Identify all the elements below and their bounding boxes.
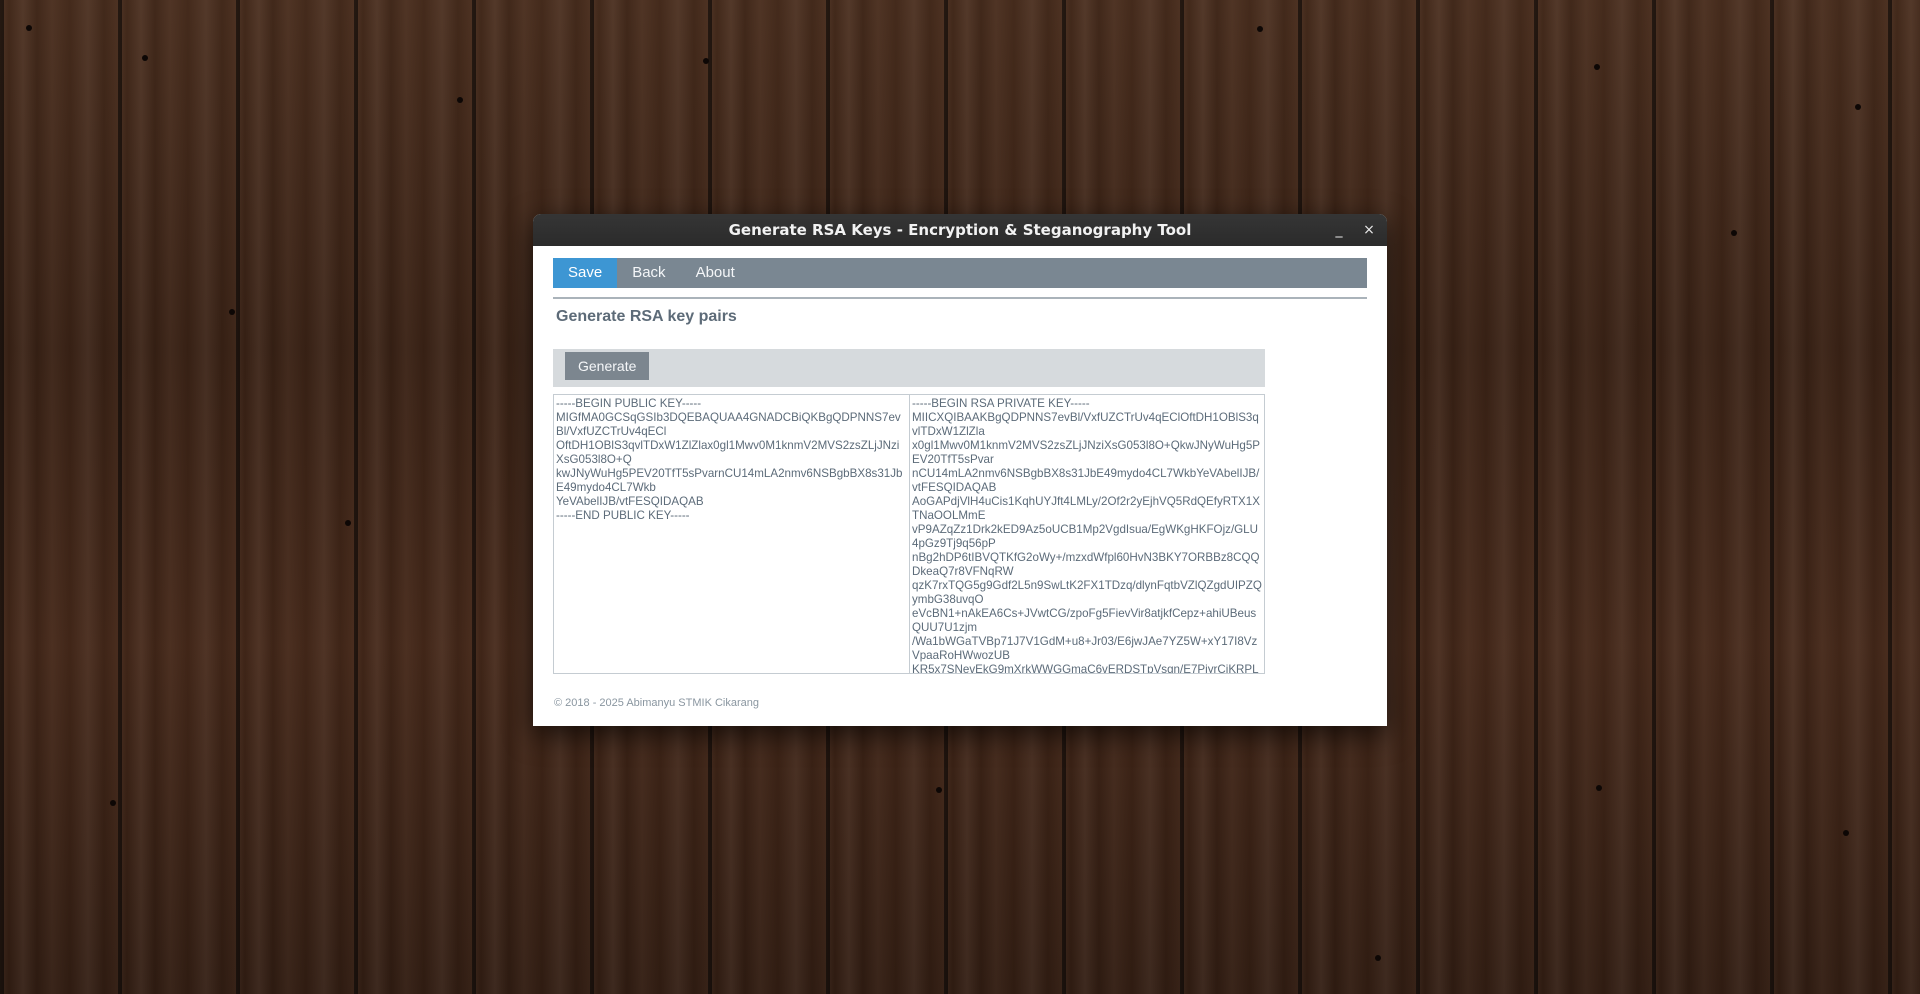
nail-decoration: [936, 787, 942, 793]
menu-item-about[interactable]: About: [681, 258, 750, 288]
generate-button[interactable]: Generate: [565, 352, 650, 380]
divider: [553, 297, 1367, 299]
nail-decoration: [142, 55, 148, 61]
nail-decoration: [457, 97, 463, 103]
nail-decoration: [345, 520, 351, 526]
nail-decoration: [1855, 104, 1861, 110]
menu-item-save[interactable]: Save: [553, 258, 618, 288]
nail-decoration: [703, 58, 709, 64]
close-icon[interactable]: ×: [1361, 222, 1377, 238]
nail-decoration: [1375, 955, 1381, 961]
action-toolbar: Generate: [553, 349, 1265, 387]
nail-decoration: [110, 800, 116, 806]
menu-bar: Save Back About: [553, 258, 1367, 288]
page-title: Generate RSA key pairs: [556, 308, 737, 325]
nail-decoration: [1731, 230, 1737, 236]
footer-copyright: © 2018 - 2025 Abimanyu STMIK Cikarang: [554, 697, 759, 709]
app-window: Generate RSA Keys - Encryption & Stegano…: [533, 214, 1387, 726]
nail-decoration: [26, 25, 32, 31]
window-content: Save Back About Generate RSA key pairs G…: [533, 246, 1387, 726]
window-title: Generate RSA Keys - Encryption & Stegano…: [728, 221, 1192, 239]
nail-decoration: [1257, 26, 1263, 32]
window-titlebar[interactable]: Generate RSA Keys - Encryption & Stegano…: [533, 214, 1387, 246]
nail-decoration: [1596, 785, 1602, 791]
minimize-icon[interactable]: _: [1331, 222, 1347, 238]
nail-decoration: [229, 309, 235, 315]
public-key-textarea[interactable]: -----BEGIN PUBLIC KEY----- MIGfMA0GCSqGS…: [554, 395, 909, 673]
nail-decoration: [1843, 830, 1849, 836]
private-key-textarea[interactable]: -----BEGIN RSA PRIVATE KEY----- MIICXQIB…: [909, 395, 1264, 673]
menu-item-back[interactable]: Back: [617, 258, 680, 288]
nail-decoration: [1594, 64, 1600, 70]
window-controls: _ ×: [1331, 214, 1377, 246]
key-pair-panel: -----BEGIN PUBLIC KEY----- MIGfMA0GCSqGS…: [553, 394, 1265, 674]
